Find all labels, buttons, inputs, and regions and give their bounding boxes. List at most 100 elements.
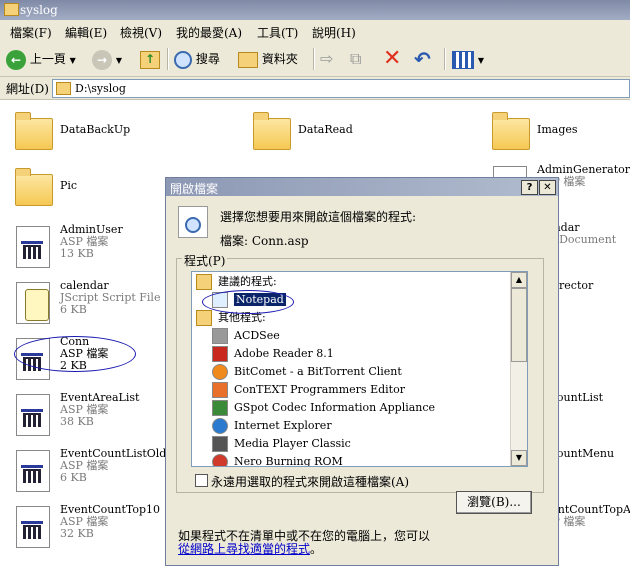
forward-button[interactable]: → ▼ — [92, 47, 132, 71]
asp-file-icon — [13, 448, 53, 492]
dialog-title: 開啟檔案 — [170, 182, 219, 196]
undo-icon[interactable]: ↶ — [414, 47, 436, 71]
highlight-ellipse — [202, 290, 294, 314]
back-button[interactable]: ← 上一頁 ▼ — [6, 47, 86, 71]
program-name: BitComet - a BitTorrent Client — [234, 365, 402, 378]
adobe-reader-icon — [212, 346, 228, 362]
folders-button[interactable]: 資料夾 — [238, 47, 308, 71]
always-use-checkbox[interactable] — [195, 474, 208, 487]
folder-icon — [4, 3, 19, 16]
group-label: 建議的程式: — [218, 275, 277, 288]
scroll-thumb[interactable] — [511, 288, 527, 362]
list-group-recommended: 建議的程式: — [196, 273, 277, 291]
file-label: AdminUser ASP 檔案 13 KB — [60, 224, 123, 260]
file-item-eventcounttop10[interactable]: EventCountTop10 ASP 檔案 32 KB — [13, 504, 163, 550]
folders-label: 資料夾 — [261, 52, 298, 66]
menu-bar: 檔案(F) 編輯(E) 檢視(V) 我的最愛(A) 工具(T) 說明(H) — [0, 20, 630, 43]
always-use-label: 永遠用選取的程式來開啟這種檔案(A) — [211, 475, 410, 489]
folders-icon — [238, 51, 258, 68]
folder-icon — [13, 166, 53, 210]
file-size: 6 KB — [60, 303, 87, 316]
file-item-eventarealist[interactable]: EventAreaList ASP 檔案 38 KB — [13, 392, 163, 438]
delete-icon[interactable]: ✕ — [383, 47, 405, 71]
address-path: D:\syslog — [75, 82, 126, 95]
jscript-file-icon — [13, 280, 53, 324]
search-button[interactable]: 搜尋 — [174, 47, 232, 71]
toolbar-divider — [167, 48, 169, 70]
program-name: ACDSee — [234, 329, 280, 342]
dropdown-arrow-icon[interactable]: ▼ — [70, 56, 76, 65]
toolbar: ← 上一頁 ▼ → ▼ ↑ 搜尋 資料夾 ⇨ ⧉ ✕ ↶ ▼ — [0, 42, 630, 77]
file-item-images[interactable]: Images — [490, 110, 630, 156]
bitcomet-icon — [212, 364, 228, 380]
program-name: GSpot Codec Information Appliance — [234, 401, 436, 414]
file-item-adminuser[interactable]: AdminUser ASP 檔案 13 KB — [13, 224, 163, 270]
program-item[interactable]: ACDSee — [212, 327, 280, 345]
file-item-eventcountlistold[interactable]: EventCountListOld ASP 檔案 6 KB — [13, 448, 166, 494]
address-input[interactable]: D:\syslog — [52, 79, 630, 98]
program-name: Nero Burning ROM — [234, 455, 343, 467]
window-title: syslog — [20, 3, 58, 17]
asp-file-icon — [13, 504, 53, 548]
toolbar-divider — [313, 48, 315, 70]
window-title-bar: syslog — [0, 0, 630, 20]
file-info: 檔案: Conn.asp — [220, 232, 309, 249]
file-size: 38 KB — [60, 415, 94, 428]
folder-icon — [196, 274, 212, 290]
file-name: Pic — [60, 179, 78, 192]
copy-to-icon[interactable]: ⧉ — [350, 47, 372, 71]
file-label: 檔案: — [220, 234, 249, 248]
program-item[interactable]: Media Player Classic — [212, 435, 351, 453]
menu-tools[interactable]: 工具(T) — [257, 24, 298, 41]
program-name: Adobe Reader 8.1 — [234, 347, 334, 360]
views-button[interactable]: ▼ — [452, 47, 486, 71]
program-item[interactable]: Adobe Reader 8.1 — [212, 345, 334, 363]
menu-edit[interactable]: 編輯(E) — [65, 24, 107, 41]
move-to-icon[interactable]: ⇨ — [320, 47, 342, 71]
file-label: EventAreaList ASP 檔案 38 KB — [60, 392, 139, 428]
find-program-link[interactable]: 從網路上尋找適當的程式 — [178, 542, 310, 556]
program-item[interactable]: Nero Burning ROM — [212, 453, 343, 467]
file-size: 13 KB — [60, 247, 94, 260]
asp-file-icon — [13, 224, 53, 268]
menu-view[interactable]: 檢視(V) — [120, 24, 162, 41]
scroll-up-icon[interactable]: ▲ — [511, 272, 527, 288]
back-label: 上一頁 — [29, 52, 66, 66]
file-name: DataRead — [298, 123, 353, 136]
file-label: EventCountTop10 ASP 檔案 32 KB — [60, 504, 160, 540]
file-item-pic[interactable]: Pic — [13, 166, 163, 212]
file-label: EventCountListOld ASP 檔案 6 KB — [60, 448, 166, 484]
dropdown-arrow-icon[interactable]: ▼ — [116, 56, 122, 65]
close-button[interactable]: ✕ — [539, 180, 556, 195]
folder-icon — [251, 110, 291, 154]
browse-button[interactable]: 瀏覽(B)... — [456, 491, 532, 514]
scroll-down-icon[interactable]: ▼ — [511, 450, 527, 466]
nero-icon — [212, 454, 228, 466]
asp-file-icon — [13, 392, 53, 436]
file-item-databackup[interactable]: DataBackUp — [13, 110, 213, 156]
vertical-scrollbar[interactable]: ▲ ▼ — [510, 272, 527, 466]
program-item[interactable]: Internet Explorer — [212, 417, 332, 435]
program-item[interactable]: ConTEXT Programmers Editor — [212, 381, 405, 399]
file-item-calendar[interactable]: calendar JScript Script File 6 KB — [13, 280, 163, 326]
menu-help[interactable]: 說明(H) — [312, 24, 356, 41]
dialog-title-bar: 開啟檔案 ? ✕ — [166, 178, 558, 196]
help-button[interactable]: ? — [521, 180, 538, 195]
footer-text: 如果程式不在清單中或不在您的電腦上，您可以 從網路上尋找適當的程式。 — [178, 530, 430, 556]
program-item[interactable]: BitComet - a BitTorrent Client — [212, 363, 402, 381]
menu-favorites[interactable]: 我的最愛(A) — [176, 24, 242, 41]
up-folder-icon: ↑ — [140, 50, 160, 69]
menu-file[interactable]: 檔案(F) — [10, 24, 52, 41]
internet-explorer-icon — [212, 418, 228, 434]
file-item-dataread[interactable]: DataRead — [251, 110, 451, 156]
folder-icon — [196, 310, 212, 326]
acdsee-icon — [212, 328, 228, 344]
up-folder-button[interactable]: ↑ — [140, 47, 162, 71]
address-bar: 網址(D) D:\syslog — [0, 77, 630, 100]
media-player-icon — [212, 436, 228, 452]
search-icon — [174, 50, 192, 69]
program-item[interactable]: GSpot Codec Information Appliance — [212, 399, 435, 417]
program-name: ConTEXT Programmers Editor — [234, 383, 405, 396]
highlight-ellipse — [14, 336, 136, 372]
dropdown-arrow-icon[interactable]: ▼ — [478, 56, 484, 65]
